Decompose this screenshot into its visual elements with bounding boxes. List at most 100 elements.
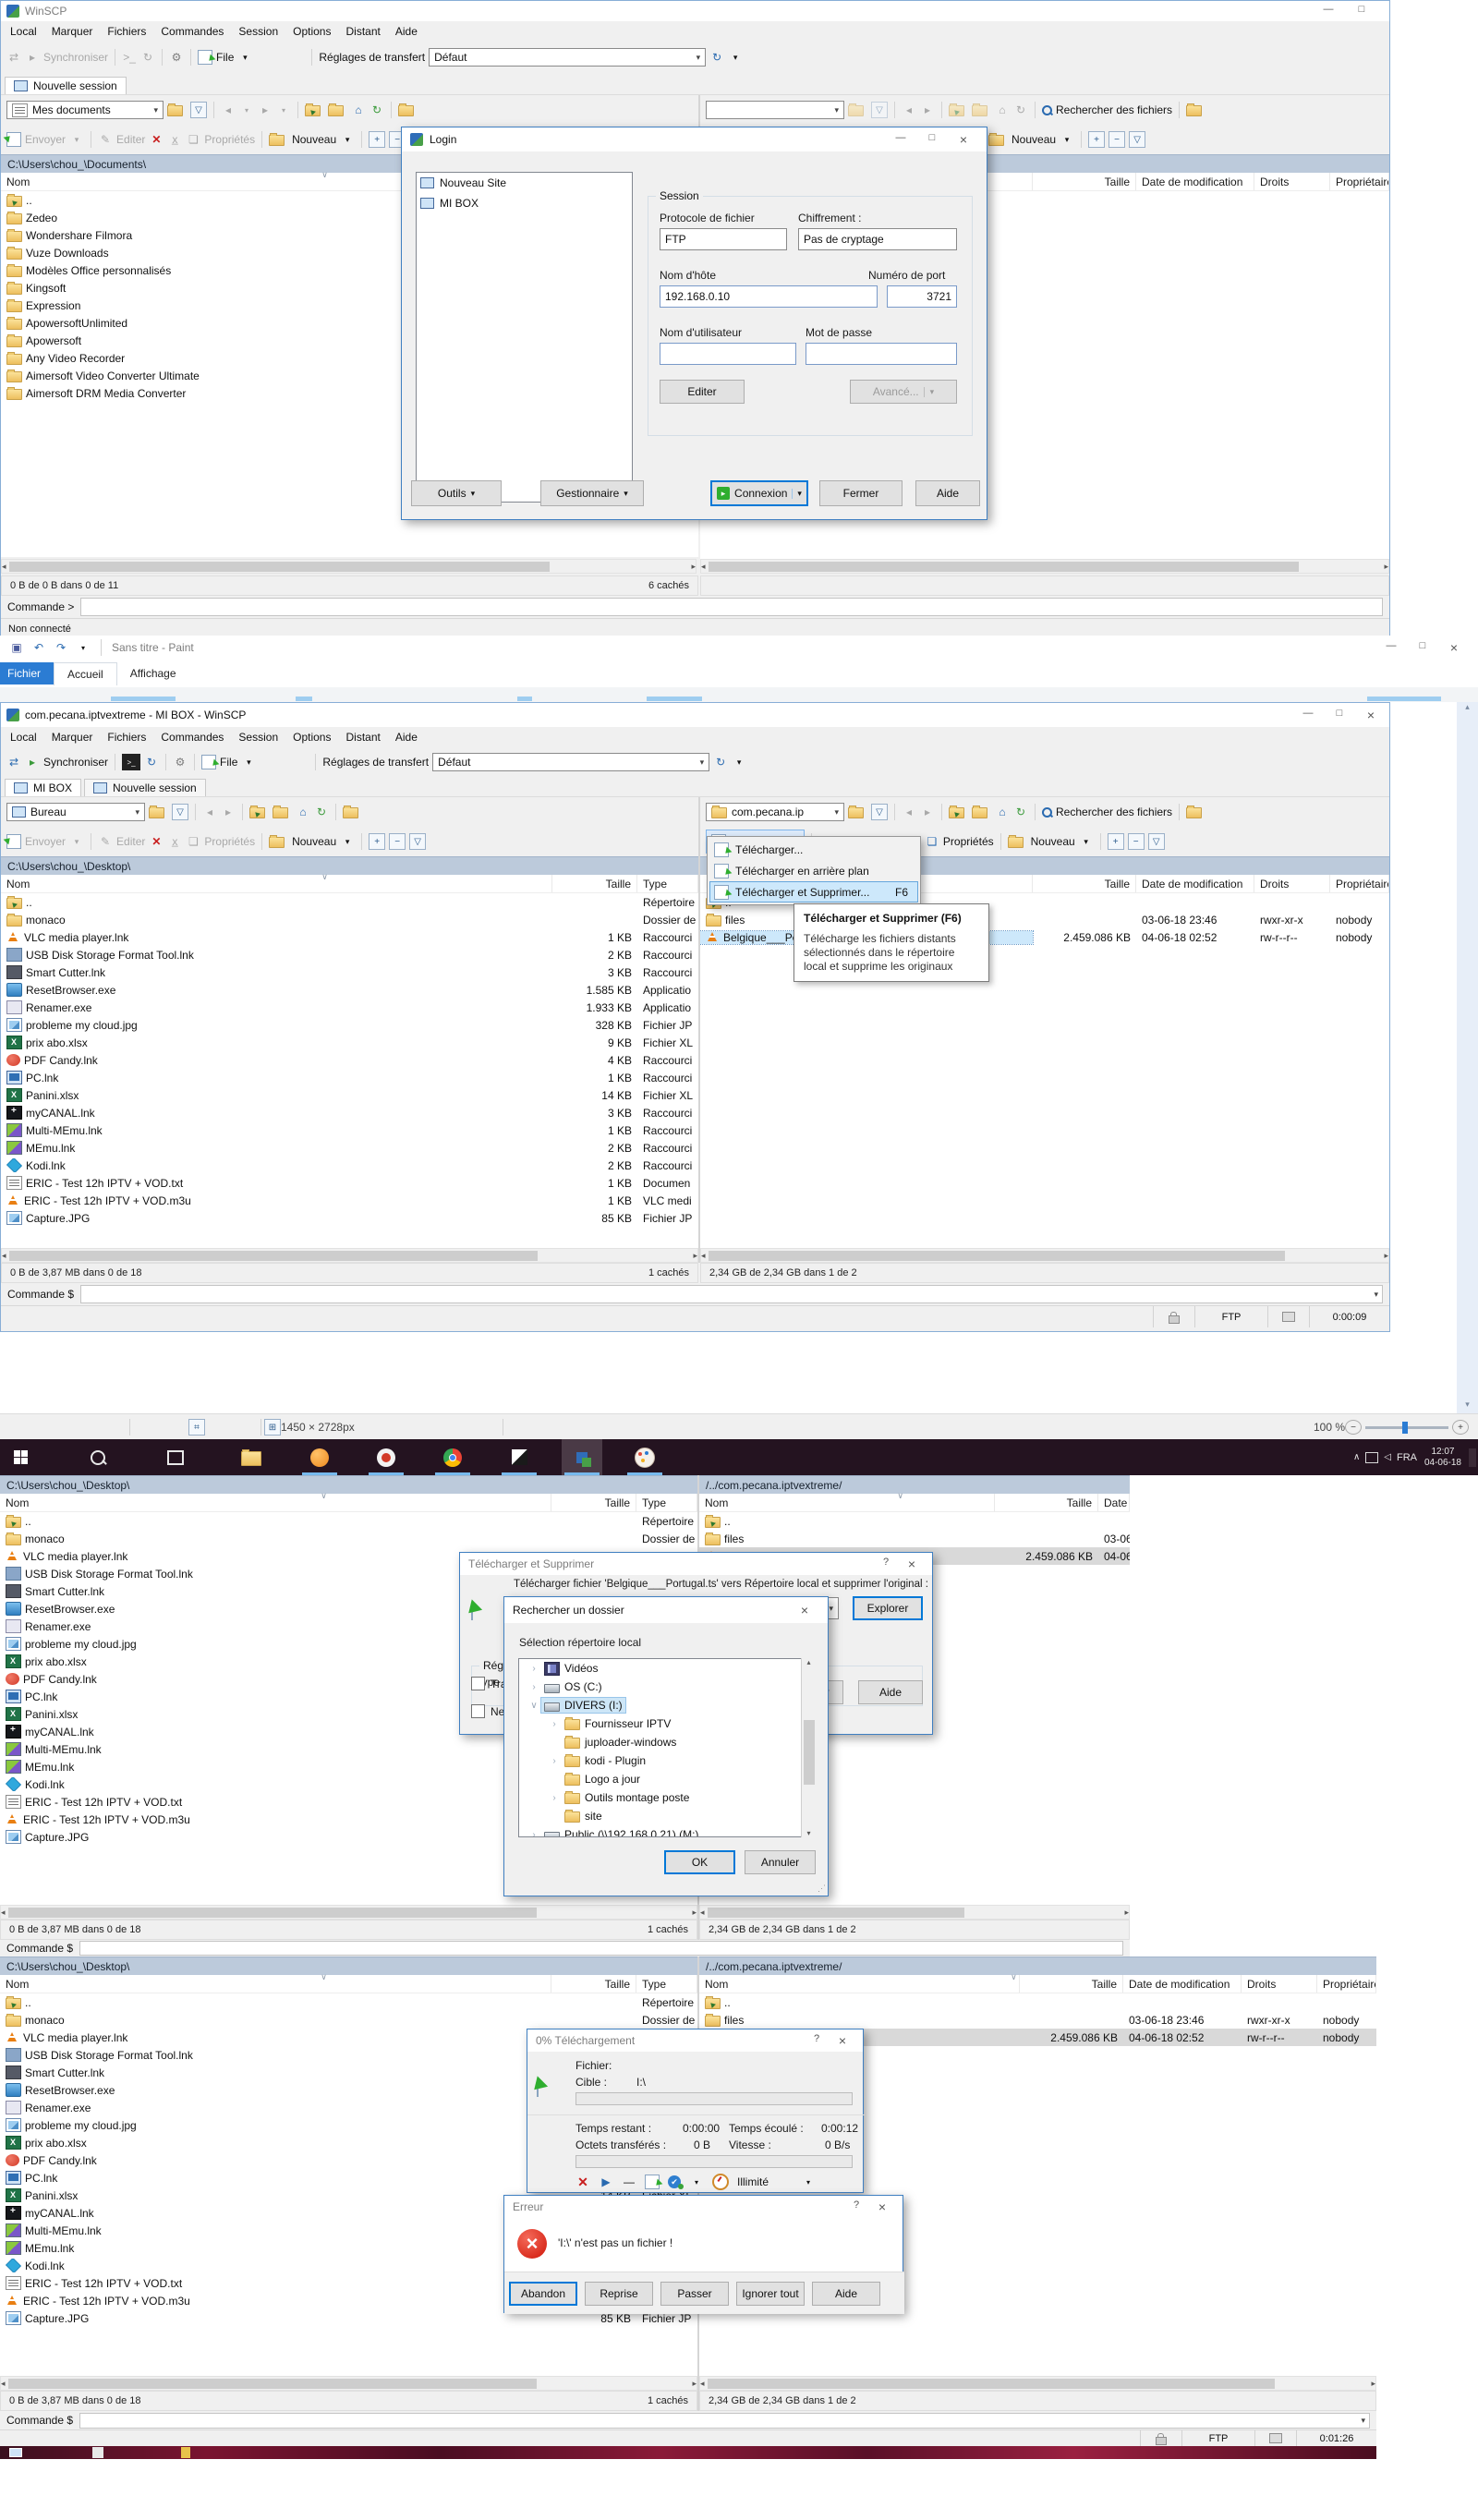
column-header-type[interactable]: Type [636, 1494, 697, 1511]
tree-item[interactable]: › OS (C:) [519, 1678, 815, 1696]
filter-icon[interactable]: ▽ [190, 102, 207, 118]
chevron-down-icon[interactable]: ▾ [340, 833, 355, 850]
file-row[interactable]: monaco Dossier de [1, 911, 698, 928]
open-directory-icon[interactable] [167, 105, 183, 116]
command-input[interactable]: ▾ [79, 2413, 1370, 2429]
vertical-scrollbar[interactable]: ▴ ▾ [1457, 702, 1478, 1413]
chevron-down-icon[interactable]: ▾ [732, 754, 746, 770]
fermer-button[interactable]: Fermer [819, 480, 903, 506]
menu-item[interactable]: Commandes [161, 731, 224, 744]
rename-icon[interactable]: x̲ [167, 833, 182, 850]
tab-fichier[interactable]: Fichier [0, 662, 54, 685]
column-header-nom[interactable]: Nom [699, 1494, 995, 1511]
nouveau-button[interactable]: Nouveau [292, 133, 336, 146]
add-column-icon[interactable]: + [1088, 131, 1105, 148]
sync-panels-icon[interactable]: ⇄ [6, 754, 21, 770]
remove-column-icon[interactable]: − [1108, 131, 1125, 148]
scrollbar-thumb[interactable] [8, 1908, 537, 1918]
customize-qat-icon[interactable]: ▾ [76, 639, 91, 656]
scroll-right-icon[interactable]: ▸ [1384, 1251, 1388, 1261]
tree-item[interactable]: ∨ DIVERS (I:) [519, 1696, 815, 1714]
remote-horizontal-scrollbar[interactable]: ◂ ▸ [700, 559, 1389, 574]
tab-nouvelle-session[interactable]: Nouvelle session [5, 77, 127, 94]
scroll-right-icon[interactable]: ▸ [692, 2379, 697, 2389]
scrollbar-thumb[interactable] [9, 562, 551, 572]
sync-panels-icon[interactable]: ⇄ [6, 49, 21, 66]
preferences-gear-icon[interactable]: ⚙ [173, 754, 188, 770]
forward-icon[interactable]: ▸ [258, 102, 273, 118]
file-row[interactable]: USB Disk Storage Format Tool.lnk 2 KB Ra… [1, 946, 698, 963]
close-icon[interactable]: × [949, 132, 978, 147]
tab-mi-box[interactable]: MI BOX [5, 779, 81, 796]
task-view-icon[interactable] [155, 1439, 196, 1475]
chevron-down-icon[interactable]: ▾ [801, 2174, 816, 2190]
menu-item[interactable]: Fichiers [107, 731, 146, 744]
chevron-down-icon[interactable]: ▾ [689, 2174, 704, 2190]
scroll-left-icon[interactable]: ◂ [701, 1251, 706, 1261]
tree-expander-icon[interactable]: › [527, 1830, 541, 1838]
remote-horizontal-scrollbar[interactable]: ◂ ▸ [699, 2376, 1376, 2391]
chevron-down-icon[interactable]: ▾ [1374, 1290, 1378, 1300]
dialog-titlebar[interactable]: Erreur ? × [504, 2196, 903, 2218]
console-icon[interactable]: >_ [122, 754, 140, 770]
tools-button[interactable]: Outils▾ [411, 480, 502, 506]
edit-pencil-icon[interactable]: ✎ [98, 131, 113, 148]
transfer-refresh-icon[interactable]: ↻ [713, 754, 728, 770]
port-input[interactable]: 3721 [887, 285, 957, 308]
file-row[interactable]: monaco Dossier de [0, 2011, 697, 2029]
menu-item[interactable]: Aide [395, 25, 418, 38]
search-icon[interactable] [78, 1439, 118, 1475]
chevron-down-icon[interactable]: ▾ [239, 102, 254, 118]
menu-item[interactable]: Session [238, 25, 278, 38]
file-row[interactable]: probleme my cloud.jpg 328 KB Fichier JP [1, 1016, 698, 1034]
editer-button[interactable]: Editer [116, 835, 145, 848]
maximize-icon[interactable]: □ [1325, 708, 1354, 719]
add-column-icon[interactable]: + [369, 131, 385, 148]
file-row[interactable]: monaco Dossier de [0, 1530, 697, 1547]
file-button[interactable]: File [216, 51, 234, 64]
local-directory-combo[interactable]: Mes documents ▾ [6, 101, 164, 119]
preferences-gear-icon[interactable]: ⚙ [169, 49, 184, 66]
column-header-nom[interactable]: Nom [0, 1975, 551, 1993]
scroll-up-icon[interactable]: ▴ [1457, 702, 1478, 712]
home-directory-icon[interactable]: ⌂ [351, 102, 366, 118]
column-header-nom[interactable]: Nom [1, 875, 552, 892]
rename-icon[interactable]: x̲ [167, 131, 182, 148]
close-icon[interactable]: × [1439, 640, 1469, 655]
file-row[interactable]: prix abo.xlsx 9 KB Fichier XL [1, 1034, 698, 1051]
file-row[interactable]: .. Répertoire [0, 1993, 697, 2011]
file-row[interactable]: Panini.xlsx 14 KB Fichier XL [1, 1086, 698, 1104]
column-header-proprietaire[interactable]: Propriétaire [1317, 1975, 1376, 1993]
chevron-down-icon[interactable]: ▾ [241, 754, 256, 770]
tree-item[interactable]: juploader-windows [519, 1733, 815, 1751]
column-header-taille[interactable]: Taille [551, 1494, 636, 1511]
chevron-down-icon[interactable]: ▾ [924, 387, 935, 397]
refresh-session-icon[interactable]: ↻ [144, 754, 159, 770]
menu-item[interactable]: Local [10, 731, 37, 744]
tree-expander-icon[interactable]: › [547, 1719, 562, 1729]
maximize-icon[interactable]: □ [1347, 4, 1376, 15]
root-directory-icon[interactable] [972, 807, 987, 818]
error-dialog-button[interactable]: Aide [812, 2282, 880, 2306]
close-icon[interactable]: × [900, 1557, 924, 1571]
command-input[interactable] [80, 598, 1383, 616]
tree-item[interactable]: › Fournisseur IPTV [519, 1714, 815, 1733]
scrollbar-thumb[interactable] [709, 1251, 1286, 1261]
parent-directory-icon[interactable] [249, 807, 265, 818]
file-dropdown-icon[interactable]: ▾ [237, 49, 252, 66]
scroll-left-icon[interactable]: ◂ [1, 1908, 6, 1918]
column-header-taille[interactable]: Taille [552, 875, 637, 892]
menu-item[interactable]: Aide [395, 731, 418, 744]
filter-icon[interactable]: ▽ [1129, 131, 1145, 148]
queue-icon[interactable]: ▸ [25, 49, 40, 66]
refresh-icon[interactable]: ↻ [370, 102, 384, 118]
scrollbar-thumb[interactable] [708, 1908, 964, 1918]
back-icon[interactable]: ◂ [902, 102, 916, 118]
file-row[interactable]: myCANAL.lnk 3 KB Raccourci [1, 1104, 698, 1121]
error-dialog-button[interactable]: Passer [660, 2282, 729, 2306]
tree-item[interactable]: › Vidéos [519, 1659, 815, 1678]
scrollbar-thumb[interactable] [9, 1251, 538, 1261]
column-header-nom[interactable]: Nom [699, 1975, 1020, 1993]
password-input[interactable] [806, 343, 957, 365]
menu-item[interactable]: Fichiers [107, 25, 146, 38]
